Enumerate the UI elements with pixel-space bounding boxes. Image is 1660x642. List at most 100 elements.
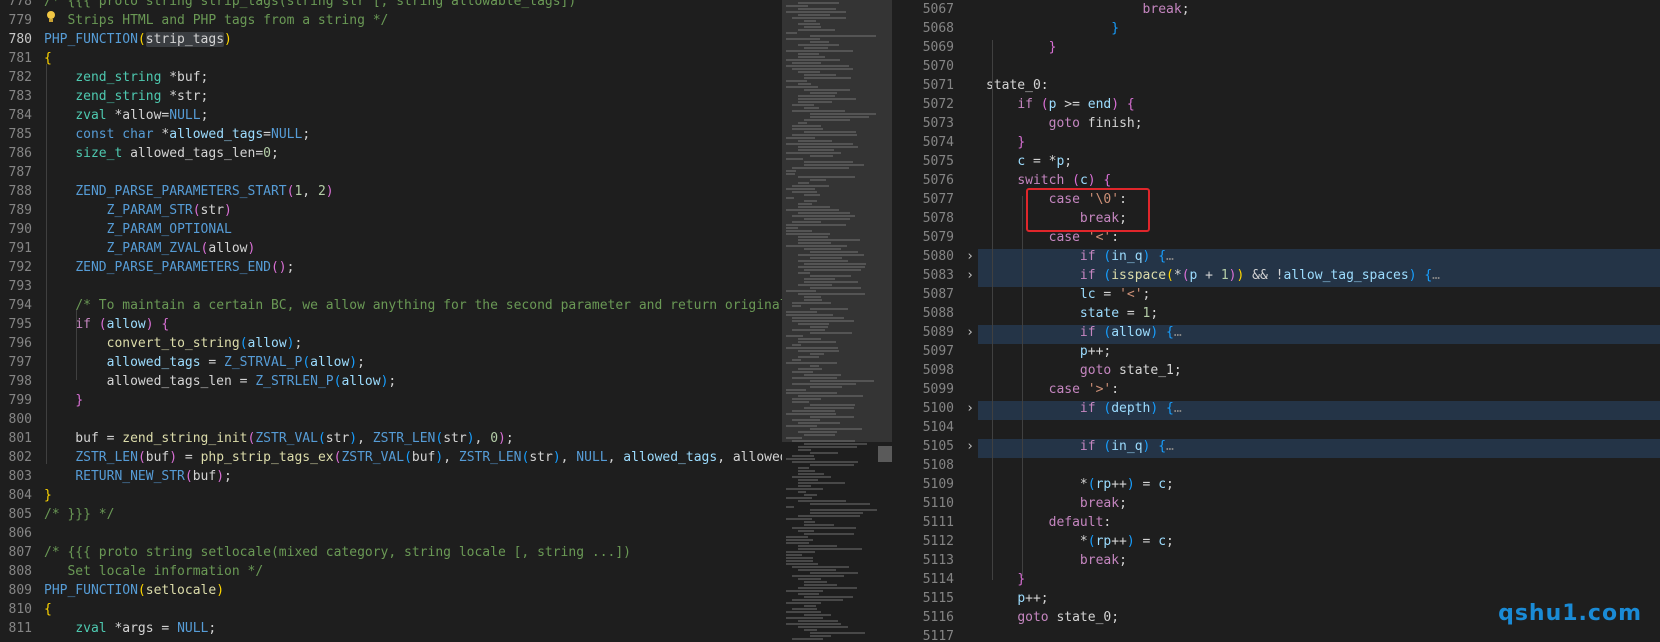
code-line[interactable]: 5076 switch (c) { bbox=[892, 173, 1660, 192]
code-text[interactable]: } bbox=[986, 40, 1057, 55]
code-line[interactable]: 790 Z_PARAM_OPTIONAL bbox=[0, 222, 782, 241]
code-line[interactable]: 5111 default: bbox=[892, 515, 1660, 534]
minimap[interactable] bbox=[782, 0, 892, 642]
code-line[interactable]: 5087 lc = '<'; bbox=[892, 287, 1660, 306]
code-line[interactable]: 5110 break; bbox=[892, 496, 1660, 515]
code-line[interactable]: 5074 } bbox=[892, 135, 1660, 154]
code-text[interactable]: if (allow) {… bbox=[986, 325, 1182, 340]
code-line[interactable]: 5067 break; bbox=[892, 2, 1660, 21]
code-line[interactable]: 805 /* }}} */ bbox=[0, 507, 782, 526]
code-text[interactable]: PHP_FUNCTION(strip_tags) bbox=[44, 32, 232, 47]
code-text[interactable]: Set locale information */ bbox=[44, 564, 263, 579]
code-line[interactable]: 794 /* To maintain a certain BC, we allo… bbox=[0, 298, 782, 317]
code-line[interactable]: 5080 › if (in_q) {… bbox=[892, 249, 1660, 268]
code-text[interactable]: PHP_FUNCTION(setlocale) bbox=[44, 583, 224, 598]
code-text[interactable]: goto state_1; bbox=[986, 363, 1182, 378]
code-line[interactable]: 783 zend_string *str; bbox=[0, 89, 782, 108]
code-line[interactable]: 809 PHP_FUNCTION(setlocale) bbox=[0, 583, 782, 602]
code-text[interactable]: break; bbox=[986, 496, 1127, 511]
code-text[interactable]: goto state_0; bbox=[986, 610, 1119, 625]
code-text[interactable]: *(rp++) = c; bbox=[986, 534, 1174, 549]
code-text[interactable]: c = *p; bbox=[986, 154, 1072, 169]
code-text[interactable]: p++; bbox=[986, 344, 1111, 359]
code-text[interactable]: zend_string *str; bbox=[44, 89, 208, 104]
left-editor[interactable]: 778 /* {{{ proto string strip_tags(string… bbox=[0, 0, 782, 642]
code-text[interactable]: *(rp++) = c; bbox=[986, 477, 1174, 492]
code-line[interactable]: 5077 case '\0': bbox=[892, 192, 1660, 211]
code-text[interactable]: ZSTR_LEN(buf) = php_strip_tags_ex(ZSTR_V… bbox=[44, 450, 782, 465]
code-line[interactable]: 5075 c = *p; bbox=[892, 154, 1660, 173]
code-text[interactable]: zend_string *buf; bbox=[44, 70, 208, 85]
code-text[interactable]: Z_PARAM_STR(str) bbox=[44, 203, 232, 218]
code-text[interactable]: case '>': bbox=[986, 382, 1119, 397]
code-text[interactable]: if (in_q) {… bbox=[986, 439, 1174, 454]
code-line[interactable]: 781{ bbox=[0, 51, 782, 70]
code-line[interactable]: 804} bbox=[0, 488, 782, 507]
vertical-scrollbar-thumb[interactable] bbox=[878, 446, 892, 462]
code-line[interactable]: 810 { bbox=[0, 602, 782, 621]
code-text[interactable]: allowed_tags_len = Z_STRLEN_P(allow); bbox=[44, 374, 397, 389]
code-text[interactable]: if (isspace(*(p + 1)) && !allow_tag_spac… bbox=[986, 268, 1440, 283]
fold-chevron-icon[interactable]: › bbox=[962, 325, 974, 340]
code-line[interactable]: 779 Strips HTML and PHP tags from a stri… bbox=[0, 13, 782, 32]
code-text[interactable]: const char *allowed_tags=NULL; bbox=[44, 127, 310, 142]
code-text[interactable]: } bbox=[986, 21, 1119, 36]
code-text[interactable]: break; bbox=[986, 2, 1190, 17]
code-text[interactable]: p++; bbox=[986, 591, 1048, 606]
code-line[interactable]: 5070 bbox=[892, 59, 1660, 78]
fold-chevron-icon[interactable]: › bbox=[962, 401, 974, 416]
code-text[interactable]: ZEND_PARSE_PARAMETERS_END(); bbox=[44, 260, 294, 275]
code-line[interactable]: 797 allowed_tags = Z_STRVAL_P(allow); bbox=[0, 355, 782, 374]
code-line[interactable]: 803 RETURN_NEW_STR(buf); bbox=[0, 469, 782, 488]
code-line[interactable]: 5078 break; bbox=[892, 211, 1660, 230]
code-line[interactable]: 785 const char *allowed_tags=NULL; bbox=[0, 127, 782, 146]
code-line[interactable]: 5089 › if (allow) {… bbox=[892, 325, 1660, 344]
code-line[interactable]: 5112 *(rp++) = c; bbox=[892, 534, 1660, 553]
code-text[interactable]: case '<': bbox=[986, 230, 1119, 245]
code-text[interactable]: default: bbox=[986, 515, 1112, 530]
code-text[interactable]: state_0: bbox=[986, 78, 1049, 93]
code-line[interactable]: 806 bbox=[0, 526, 782, 545]
code-text[interactable]: ZEND_PARSE_PARAMETERS_START(1, 2) bbox=[44, 184, 333, 199]
code-text[interactable]: goto finish; bbox=[986, 116, 1143, 131]
code-line[interactable]: 784 zval *allow=NULL; bbox=[0, 108, 782, 127]
code-line[interactable]: 5105 › if (in_q) {… bbox=[892, 439, 1660, 458]
code-line[interactable]: 802 ZSTR_LEN(buf) = php_strip_tags_ex(ZS… bbox=[0, 450, 782, 469]
code-text[interactable]: RETURN_NEW_STR(buf); bbox=[44, 469, 232, 484]
code-line[interactable]: 5100 › if (depth) {… bbox=[892, 401, 1660, 420]
code-line[interactable]: 5068 } bbox=[892, 21, 1660, 40]
lightbulb-icon[interactable] bbox=[45, 10, 57, 24]
code-line[interactable]: 798 allowed_tags_len = Z_STRLEN_P(allow)… bbox=[0, 374, 782, 393]
code-line[interactable]: 5071 state_0: bbox=[892, 78, 1660, 97]
code-text[interactable]: size_t allowed_tags_len=0; bbox=[44, 146, 279, 161]
code-text[interactable]: } bbox=[44, 393, 83, 408]
code-line[interactable]: 5098 goto state_1; bbox=[892, 363, 1660, 382]
code-line[interactable]: 782 zend_string *buf; bbox=[0, 70, 782, 89]
code-text[interactable]: /* }}} */ bbox=[44, 507, 114, 522]
code-text[interactable]: zval *args = NULL; bbox=[44, 621, 216, 636]
code-text[interactable]: if (in_q) {… bbox=[986, 249, 1174, 264]
code-line[interactable]: 5099 case '>': bbox=[892, 382, 1660, 401]
code-line[interactable]: 799 } bbox=[0, 393, 782, 412]
code-line[interactable]: 5097 p++; bbox=[892, 344, 1660, 363]
code-text[interactable]: break; bbox=[986, 553, 1127, 568]
code-line[interactable]: 808 Set locale information */ bbox=[0, 564, 782, 583]
code-line[interactable]: 800 bbox=[0, 412, 782, 431]
code-text[interactable]: lc = '<'; bbox=[986, 287, 1150, 302]
code-line[interactable]: 5114 } bbox=[892, 572, 1660, 591]
code-line[interactable]: 5108 bbox=[892, 458, 1660, 477]
code-text[interactable]: Strips HTML and PHP tags from a string *… bbox=[44, 13, 388, 28]
code-text[interactable]: state = 1; bbox=[986, 306, 1158, 321]
code-text[interactable]: buf = zend_string_init(ZSTR_VAL(str), ZS… bbox=[44, 431, 513, 446]
code-line[interactable]: 807 /* {{{ proto string setlocale(mixed c… bbox=[0, 545, 782, 564]
code-line[interactable]: 5083 › if (isspace(*(p + 1)) && !allow_ta… bbox=[892, 268, 1660, 287]
code-line[interactable]: 811 zval *args = NULL; bbox=[0, 621, 782, 640]
code-line[interactable]: 792 ZEND_PARSE_PARAMETERS_END(); bbox=[0, 260, 782, 279]
code-line[interactable]: 795 if (allow) { bbox=[0, 317, 782, 336]
minimap-slider[interactable] bbox=[782, 0, 892, 442]
code-text[interactable]: switch (c) { bbox=[986, 173, 1111, 188]
code-line[interactable]: 789 Z_PARAM_STR(str) bbox=[0, 203, 782, 222]
code-line[interactable]: 788 ZEND_PARSE_PARAMETERS_START(1, 2) bbox=[0, 184, 782, 203]
fold-chevron-icon[interactable]: › bbox=[962, 439, 974, 454]
code-text[interactable]: /* {{{ proto string setlocale(mixed cate… bbox=[44, 545, 631, 560]
